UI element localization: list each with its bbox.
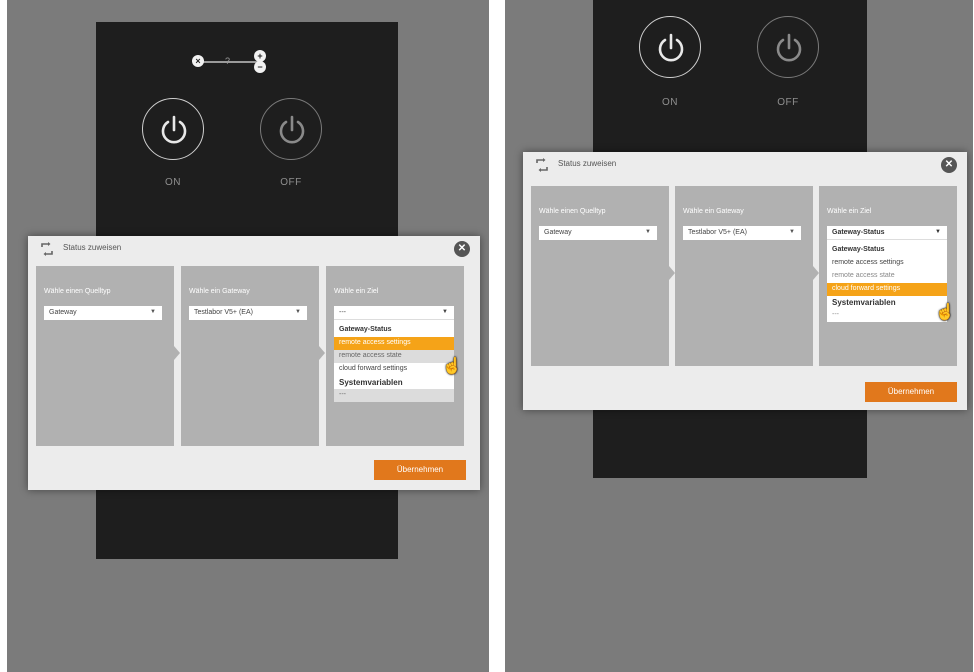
slider-min-knob-icon[interactable]: ×: [192, 55, 204, 67]
source-type-column: Wähle einen Quelltyp Gateway ▼: [36, 266, 180, 446]
dropdown-option-cloud-forward-settings[interactable]: cloud forward settings: [827, 283, 947, 296]
chevron-down-icon: ▼: [442, 309, 448, 315]
off-label: OFF: [777, 97, 799, 108]
source-type-select[interactable]: Gateway ▼: [44, 306, 162, 320]
chevron-down-icon: ▼: [645, 229, 651, 235]
on-label: ON: [165, 177, 181, 188]
dropdown-option-gateway-status[interactable]: Gateway-Status: [827, 244, 947, 257]
power-icon: [161, 115, 187, 144]
range-slider[interactable]: × ? + −: [192, 50, 266, 74]
close-icon[interactable]: ✕: [941, 157, 957, 173]
dialog-title: Status zuweisen: [63, 243, 122, 252]
apply-button[interactable]: Übernehmen: [865, 382, 957, 402]
power-on-button[interactable]: [639, 16, 701, 78]
source-type-label: Wähle einen Quelltyp: [44, 288, 111, 295]
source-type-label: Wähle einen Quelltyp: [539, 208, 606, 215]
status-assign-dialog: Status zuweisen ✕ Wähle einen Quelltyp G…: [28, 236, 480, 490]
status-assign-icon: [536, 158, 548, 172]
target-dropdown[interactable]: --- ▼ Gateway-Status remote access setti…: [334, 306, 454, 402]
step-arrow-icon: [174, 346, 180, 360]
target-current-value: ---: [339, 309, 346, 316]
step-arrow-icon: [813, 266, 819, 280]
left-screenshot: × ? + − ON OFF Status zuweisen ✕ Wähle e…: [7, 0, 489, 672]
dropdown-option-systemvariablen[interactable]: Systemvariablen: [827, 296, 947, 309]
off-label: OFF: [280, 177, 302, 188]
target-select[interactable]: Gateway-Status ▼: [827, 226, 947, 240]
chevron-down-icon: ▼: [295, 309, 301, 315]
power-icon: [279, 115, 305, 144]
slider-value: ?: [225, 56, 231, 66]
dialog-title: Status zuweisen: [558, 159, 617, 168]
gateway-select[interactable]: Testlabor V5+ (EA) ▼: [683, 226, 801, 240]
source-type-value: Gateway: [544, 229, 572, 236]
on-label: ON: [662, 97, 678, 108]
dropdown-option-remote-access-state[interactable]: remote access state: [334, 350, 454, 363]
dropdown-option-remote-access-settings[interactable]: remote access settings: [334, 337, 454, 350]
dropdown-option-remote-access-settings[interactable]: remote access settings: [827, 257, 947, 270]
chevron-down-icon: ▼: [789, 229, 795, 235]
power-off-button[interactable]: [757, 16, 819, 78]
gateway-column: Wähle ein Gateway Testlabor V5+ (EA) ▼: [675, 186, 819, 366]
dropdown-option-remote-access-state[interactable]: remote access state: [827, 270, 947, 283]
dropdown-option-systemvariablen[interactable]: Systemvariablen: [334, 376, 454, 389]
right-screenshot: ON OFF Status zuweisen ✕ Wähle einen Que…: [505, 0, 973, 672]
dropdown-option-empty[interactable]: ---: [827, 309, 947, 322]
dropdown-option-gateway-status[interactable]: Gateway-Status: [334, 324, 454, 337]
target-label: Wähle ein Ziel: [827, 208, 872, 215]
power-icon: [658, 33, 684, 62]
step-arrow-icon: [669, 266, 675, 280]
source-type-column: Wähle einen Quelltyp Gateway ▼: [531, 186, 675, 366]
source-type-value: Gateway: [49, 309, 77, 316]
apply-button[interactable]: Übernehmen: [374, 460, 466, 480]
power-on-button[interactable]: [142, 98, 204, 160]
slider-minus-knob-icon[interactable]: −: [254, 61, 266, 73]
status-assign-dialog: Status zuweisen ✕ Wähle einen Quelltyp G…: [523, 152, 967, 410]
power-icon: [776, 33, 802, 62]
target-select[interactable]: --- ▼: [334, 306, 454, 320]
gateway-value: Testlabor V5+ (EA): [688, 229, 747, 236]
target-column: Wähle ein Ziel Gateway-Status ▼ Gateway-…: [819, 186, 957, 366]
step-arrow-icon: [319, 346, 325, 360]
hand-pointer-icon: ☝: [442, 358, 462, 375]
chevron-down-icon: ▼: [935, 229, 941, 235]
power-off-button[interactable]: [260, 98, 322, 160]
dialog-header: Status zuweisen ✕: [28, 236, 480, 262]
source-type-select[interactable]: Gateway ▼: [539, 226, 657, 240]
close-icon[interactable]: ✕: [454, 241, 470, 257]
gateway-label: Wähle ein Gateway: [189, 288, 250, 295]
target-current-value: Gateway-Status: [832, 229, 885, 236]
chevron-down-icon: ▼: [150, 309, 156, 315]
target-dropdown[interactable]: Gateway-Status ▼ Gateway-Status remote a…: [827, 226, 947, 322]
hand-pointer-icon: ☝: [935, 304, 955, 321]
gateway-select[interactable]: Testlabor V5+ (EA) ▼: [189, 306, 307, 320]
dropdown-option-empty[interactable]: ---: [334, 389, 454, 402]
dialog-header: Status zuweisen ✕: [523, 152, 967, 178]
target-label: Wähle ein Ziel: [334, 288, 379, 295]
dropdown-option-cloud-forward-settings[interactable]: cloud forward settings: [334, 363, 454, 376]
status-assign-icon: [41, 242, 53, 256]
gateway-label: Wähle ein Gateway: [683, 208, 744, 215]
gateway-value: Testlabor V5+ (EA): [194, 309, 253, 316]
target-column: Wähle ein Ziel --- ▼ Gateway-Status remo…: [326, 266, 464, 446]
gateway-column: Wähle ein Gateway Testlabor V5+ (EA) ▼: [181, 266, 325, 446]
